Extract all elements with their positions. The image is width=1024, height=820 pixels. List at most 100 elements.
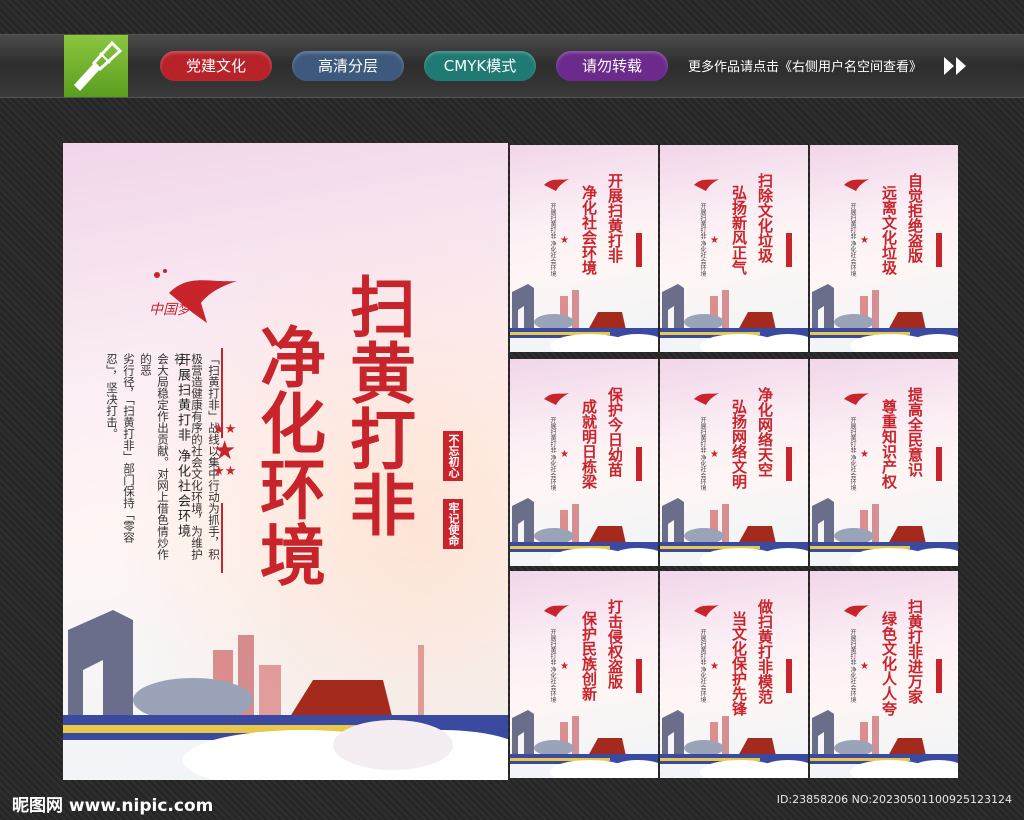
small-poster: 提高全民意识 尊重知识产权 开展扫黄打非 净化社会环境 ★ bbox=[810, 359, 958, 566]
small-star-icon: ★ bbox=[710, 235, 719, 246]
small-poster-line2: 远离文化垃圾 bbox=[880, 185, 898, 275]
small-logo-icon bbox=[694, 393, 719, 405]
star-icon: ★★ bbox=[213, 464, 237, 479]
small-logo-icon bbox=[844, 393, 869, 405]
small-poster: 保护今日幼苗 成就明日栋梁 开展扫黄打非 净化社会环境 ★ bbox=[510, 359, 658, 566]
pen-nib-icon bbox=[74, 40, 123, 91]
small-poster-line1: 开展扫黄打非 bbox=[606, 173, 624, 263]
small-seal bbox=[936, 447, 942, 481]
main-poster: 中国梦 「扫黄打非」战线以集中行动为抓手，积 极营造健康有序的社会文化环境，为维… bbox=[63, 143, 508, 780]
small-seal bbox=[786, 233, 792, 267]
small-poster-tagline: 开展扫黄打非 净化社会环境 bbox=[849, 629, 856, 703]
small-poster: 自觉拒绝盗版 远离文化垃圾 开展扫黄打非 净化社会环境 ★ bbox=[810, 145, 958, 352]
small-city-skyline bbox=[810, 284, 958, 352]
small-poster-tagline: 开展扫黄打非 净化社会环境 bbox=[549, 203, 556, 277]
body-text: 「扫黄打非」战线以集中行动为抓手，积 极营造健康有序的社会文化环境，为维护社 会… bbox=[103, 353, 222, 563]
small-logo-icon bbox=[544, 179, 569, 191]
small-logo-icon bbox=[694, 179, 719, 191]
small-city-skyline bbox=[660, 284, 808, 352]
small-city-skyline bbox=[810, 498, 958, 566]
small-poster-line2: 净化社会环境 bbox=[580, 185, 598, 275]
small-seal bbox=[636, 233, 642, 267]
small-poster-line1: 做扫黄打非模范 bbox=[756, 599, 774, 704]
small-poster: 扫除文化垃圾 弘扬新风正气 开展扫黄打非 净化社会环境 ★ bbox=[660, 145, 808, 352]
small-poster-line2: 弘扬新风正气 bbox=[730, 185, 748, 275]
china-dream-logo: 中国梦 bbox=[149, 263, 239, 337]
small-poster-tagline: 开展扫黄打非 净化社会环境 bbox=[849, 417, 856, 491]
body-line-5: 忍」，坚决打击。 bbox=[105, 353, 119, 440]
small-logo-icon bbox=[844, 605, 869, 617]
small-poster-line1: 扫除文化垃圾 bbox=[756, 173, 774, 263]
small-star-icon: ★ bbox=[860, 661, 869, 672]
small-poster-tagline: 开展扫黄打非 净化社会环境 bbox=[549, 417, 556, 491]
small-poster: 扫黄打非进万家 绿色文化人人夸 开展扫黄打非 净化社会环境 ★ bbox=[810, 571, 958, 778]
small-poster-line2: 保护民族创新 bbox=[580, 611, 598, 701]
small-poster-line1: 提高全民意识 bbox=[906, 387, 924, 477]
small-poster: 开展扫黄打非 净化社会环境 开展扫黄打非 净化社会环境 ★ bbox=[510, 145, 658, 352]
small-seal bbox=[786, 659, 792, 693]
small-poster-line2: 弘扬网络文明 bbox=[730, 399, 748, 489]
subtitle: 开展扫黄打非 净化社会环境 bbox=[175, 353, 190, 540]
small-poster-line2: 绿色文化人人夸 bbox=[880, 611, 898, 716]
small-city-skyline bbox=[510, 498, 658, 566]
site-watermark: 昵图网 www.nipic.com bbox=[12, 796, 214, 816]
double-arrow-icon[interactable] bbox=[942, 55, 970, 77]
small-poster-line1: 扫黄打非进万家 bbox=[906, 599, 924, 704]
small-seal bbox=[936, 233, 942, 267]
tag-hd-layers[interactable]: 高清分层 bbox=[292, 51, 404, 81]
body-line-4: 劣行径，「扫黄打非」部门保持「零容 bbox=[122, 353, 136, 543]
small-seal bbox=[636, 447, 642, 481]
title-left: 净化环境 bbox=[249, 323, 327, 587]
more-works-note[interactable]: 更多作品请点击《右侧用户名空间查看》 bbox=[688, 56, 922, 75]
small-poster-tagline: 开展扫黄打非 净化社会环境 bbox=[699, 417, 706, 491]
small-star-icon: ★ bbox=[710, 449, 719, 460]
divider-bottom bbox=[221, 503, 223, 573]
small-seal bbox=[936, 659, 942, 693]
site-logo[interactable] bbox=[64, 35, 128, 97]
small-logo-icon bbox=[544, 605, 569, 617]
star-cluster: ★★ ★ ★★ bbox=[213, 422, 237, 479]
small-star-icon: ★ bbox=[710, 661, 719, 672]
small-poster-line1: 打击侵权盗版 bbox=[606, 599, 624, 689]
small-poster-tagline: 开展扫黄打非 净化社会环境 bbox=[699, 203, 706, 277]
small-seal bbox=[636, 659, 642, 693]
seal-top: 不忘初心 bbox=[443, 431, 463, 481]
small-poster-line1: 净化网络天空 bbox=[756, 387, 774, 477]
top-banner: 党建文化 高清分层 CMYK模式 请勿转载 更多作品请点击《右侧用户名空间查看》 bbox=[0, 34, 1024, 98]
small-seal bbox=[786, 447, 792, 481]
small-poster-line2: 当文化保护先锋 bbox=[730, 611, 748, 716]
small-star-icon: ★ bbox=[560, 449, 569, 460]
small-star-icon: ★ bbox=[560, 235, 569, 246]
logo-text: 中国梦 bbox=[149, 302, 191, 318]
tag-party-culture[interactable]: 党建文化 bbox=[160, 51, 272, 81]
image-id: ID:23858206 NO:20230501100925123124 bbox=[776, 793, 1012, 806]
small-city-skyline bbox=[660, 498, 808, 566]
small-logo-icon bbox=[694, 605, 719, 617]
small-poster: 打击侵权盗版 保护民族创新 开展扫黄打非 净化社会环境 ★ bbox=[510, 571, 658, 778]
small-star-icon: ★ bbox=[860, 235, 869, 246]
small-city-skyline bbox=[510, 710, 658, 778]
small-star-icon: ★ bbox=[860, 449, 869, 460]
small-poster-line1: 保护今日幼苗 bbox=[606, 387, 624, 477]
small-poster-tagline: 开展扫黄打非 净化社会环境 bbox=[549, 629, 556, 703]
small-poster-tagline: 开展扫黄打非 净化社会环境 bbox=[699, 629, 706, 703]
small-star-icon: ★ bbox=[560, 661, 569, 672]
seal-bottom: 牢记使命 bbox=[443, 499, 463, 549]
small-city-skyline bbox=[510, 284, 658, 352]
tag-cmyk[interactable]: CMYK模式 bbox=[424, 51, 536, 81]
small-city-skyline bbox=[660, 710, 808, 778]
small-poster: 净化网络天空 弘扬网络文明 开展扫黄打非 净化社会环境 ★ bbox=[660, 359, 808, 566]
small-poster: 做扫黄打非模范 当文化保护先锋 开展扫黄打非 净化社会环境 ★ bbox=[660, 571, 808, 778]
small-poster-tagline: 开展扫黄打非 净化社会环境 bbox=[849, 203, 856, 277]
city-skyline bbox=[63, 610, 508, 780]
tag-no-repost[interactable]: 请勿转载 bbox=[556, 51, 668, 81]
title-right: 扫黄打非 bbox=[339, 273, 417, 537]
small-poster-line2: 尊重知识产权 bbox=[880, 399, 898, 489]
small-poster-line2: 成就明日栋梁 bbox=[580, 399, 598, 489]
body-line-3: 会大局稳定作出贡献。对网上借色情炒作的恶 bbox=[139, 353, 170, 560]
small-logo-icon bbox=[844, 179, 869, 191]
small-poster-line1: 自觉拒绝盗版 bbox=[906, 173, 924, 263]
small-logo-icon bbox=[544, 393, 569, 405]
star-icon: ★★ bbox=[213, 422, 237, 437]
big-star-icon: ★ bbox=[213, 436, 237, 466]
